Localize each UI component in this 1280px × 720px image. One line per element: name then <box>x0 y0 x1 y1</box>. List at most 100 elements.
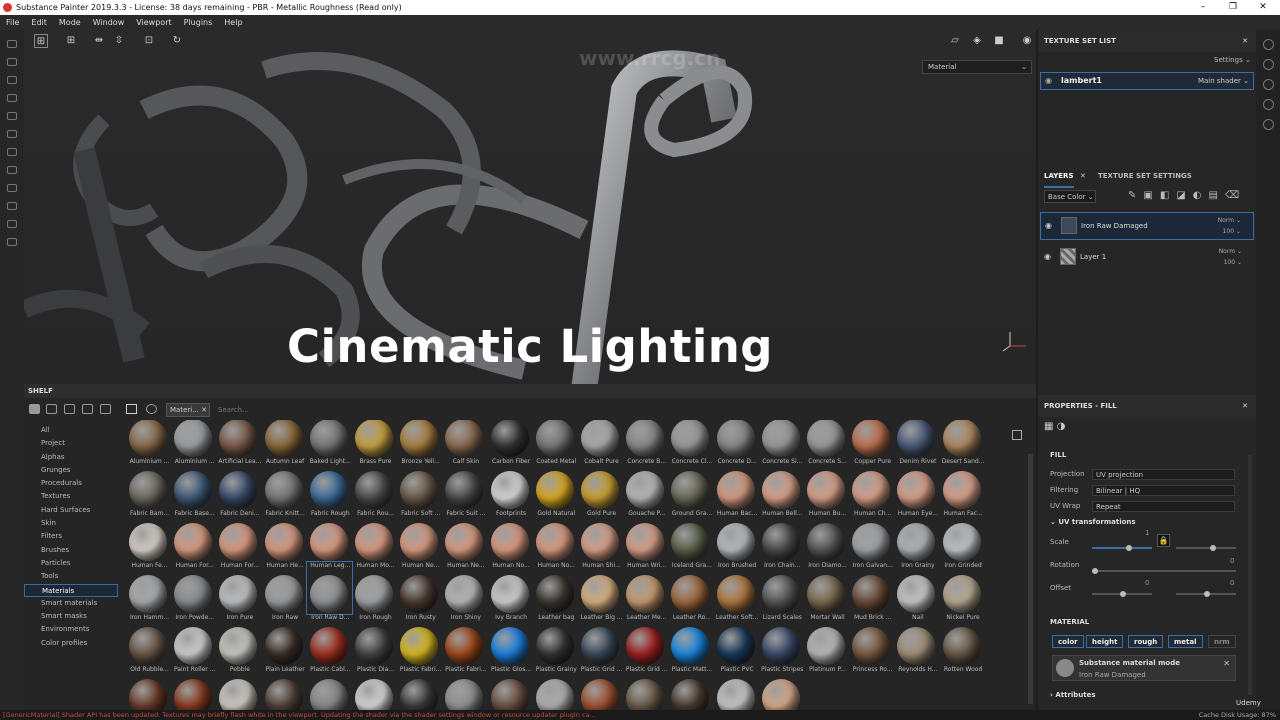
material-tile[interactable]: Pebble <box>216 614 261 673</box>
picker-tool-icon[interactable] <box>7 148 17 156</box>
material-tile[interactable]: Iron Grinded <box>940 510 985 569</box>
material-tile[interactable]: Plastic Fabri... <box>397 614 442 673</box>
material-tile[interactable]: Human Ne... <box>442 510 487 569</box>
projection-dropdown[interactable]: UV projection <box>1092 469 1235 480</box>
material-tile[interactable]: Princess Ro... <box>849 614 894 673</box>
category-item[interactable]: Grunges <box>24 464 118 477</box>
material-tile[interactable]: Leather Big ... <box>578 562 623 621</box>
material-tile[interactable]: Baked Light... <box>307 420 352 465</box>
close-icon[interactable]: ✕ <box>1080 166 1086 186</box>
display-settings-icon[interactable] <box>1262 119 1274 130</box>
trash-icon[interactable] <box>64 404 75 414</box>
material-tile[interactable]: Zombie Bu... <box>759 666 804 710</box>
tab-layers[interactable]: LAYERS <box>1044 166 1074 188</box>
material-tile[interactable]: Gold Natural <box>533 458 578 517</box>
eye-icon[interactable]: ◉ <box>1045 73 1052 89</box>
slider-knob[interactable] <box>1126 545 1132 551</box>
material-tile[interactable]: Coated Metal <box>533 420 578 465</box>
material-tile[interactable]: Plastic Cabl... <box>307 614 352 673</box>
attributes-section[interactable]: › Attributes <box>1050 691 1096 699</box>
material-tile[interactable]: Human Eye... <box>894 458 939 517</box>
texture-set-row[interactable]: ◉ lambert1 Main shader ⌄ <box>1040 72 1254 90</box>
close-icon[interactable]: ✕ <box>201 406 207 414</box>
material-tile[interactable]: Wood Ame... <box>578 666 623 710</box>
category-item[interactable]: Textures <box>24 490 118 503</box>
paint-tool-icon[interactable] <box>7 40 17 48</box>
material-tile[interactable]: Human Ch... <box>849 458 894 517</box>
effect-icon[interactable]: ◐ <box>1193 190 1209 201</box>
fill-layer-icon[interactable]: ◧ <box>1160 190 1176 201</box>
lock-icon[interactable]: 🔒 <box>1157 534 1170 547</box>
category-item[interactable]: Environments <box>24 623 118 636</box>
material-tile[interactable]: Scarf wool <box>216 666 261 710</box>
material-tile[interactable]: Fabric Soft ... <box>397 458 442 517</box>
material-tile[interactable]: Human Bac... <box>714 458 759 517</box>
material-tile[interactable]: Steel Rough <box>442 666 487 710</box>
history-icon[interactable] <box>1262 79 1274 90</box>
material-tile[interactable]: Iron Rough <box>352 562 397 621</box>
material-tile[interactable]: Plastic Grainy <box>533 614 578 673</box>
material-tile[interactable]: Iron Galvan... <box>849 510 894 569</box>
material-tile[interactable]: Scratch Thin <box>262 666 307 710</box>
material-tile[interactable]: Carbon Fiber <box>488 420 533 465</box>
channel-color-button[interactable]: color <box>1052 635 1084 648</box>
slider-knob[interactable] <box>1204 591 1210 597</box>
hide-icon[interactable] <box>82 404 93 414</box>
layer-blend[interactable]: Norm ⌄ 100 ⌄ <box>1219 246 1242 268</box>
material-tile[interactable]: Calf Skin <box>442 420 487 465</box>
material-tile[interactable]: Zipper <box>714 666 759 710</box>
viewport-3d-icon[interactable]: ◈ <box>970 34 984 48</box>
material-tile[interactable]: Human Shi... <box>578 510 623 569</box>
material-tile[interactable]: Iron Raw <box>262 562 307 621</box>
material-tile[interactable]: Gold Pure <box>578 458 623 517</box>
material-tile[interactable]: Cobalt Pure <box>578 420 623 465</box>
category-item[interactable]: Project <box>24 437 118 450</box>
material-tile[interactable]: Iron Hamm... <box>126 562 171 621</box>
material-tile[interactable]: Ground Gra... <box>668 458 713 517</box>
material-tile[interactable]: Steel Rust a... <box>488 666 533 710</box>
material-tile[interactable]: Rotten Wood <box>940 614 985 673</box>
delete-icon[interactable]: ⌫ <box>1225 190 1246 201</box>
material-tile[interactable]: Human Wri... <box>623 510 668 569</box>
material-tile[interactable]: Iron Shiny <box>442 562 487 621</box>
category-item[interactable]: Procedurals <box>24 477 118 490</box>
menu-window[interactable]: Window <box>87 15 131 30</box>
close-icon[interactable]: ✕ <box>1248 0 1278 15</box>
camera-icon[interactable]: ■ <box>992 34 1006 48</box>
symmetry-x-icon[interactable]: ⇹ <box>92 34 106 48</box>
category-item[interactable]: Skin <box>24 517 118 530</box>
material-tile[interactable]: Denim Rivet <box>894 420 939 465</box>
material-mode-dropdown[interactable]: Material ⌄ <box>922 60 1032 74</box>
offset-slider-u[interactable] <box>1092 591 1152 597</box>
layer-row[interactable]: ◉ Layer 1 Norm ⌄ 100 ⌄ <box>1040 244 1254 272</box>
new-shelf-icon[interactable] <box>46 404 57 414</box>
channel-nrm-button[interactable]: nrm <box>1208 635 1236 648</box>
fill-tab-icon[interactable]: ▦ <box>1044 421 1053 432</box>
material-tab-icon[interactable]: ◑ <box>1057 421 1066 432</box>
material-tile[interactable]: Copper Pure <box>849 420 894 465</box>
category-item[interactable]: Materials <box>24 583 118 597</box>
photoshop-icon[interactable] <box>7 202 17 210</box>
material-tile[interactable]: Silicone Coat <box>307 666 352 710</box>
material-tile[interactable]: Iron Brushed <box>714 510 759 569</box>
frame-icon[interactable]: ⊡ <box>142 34 156 48</box>
material-tile[interactable]: Iron Raw D... <box>305 561 353 621</box>
tab-texture-set-settings[interactable]: TEXTURE SET SETTINGS <box>1098 166 1192 186</box>
material-tile[interactable]: Leather bag <box>533 562 578 621</box>
material-tile[interactable]: Fabric Rough <box>307 458 352 517</box>
minimize-icon[interactable]: – <box>1188 0 1218 15</box>
material-tile[interactable]: Plastic Dia... <box>352 614 397 673</box>
category-item[interactable]: All <box>24 424 118 437</box>
channel-rough-button[interactable]: rough <box>1128 635 1164 648</box>
material-tile[interactable]: Human Leg... <box>307 510 352 569</box>
material-tile[interactable]: Plain Leather <box>262 614 307 673</box>
material-tile[interactable]: Plastic Grid ... <box>578 614 623 673</box>
material-tile[interactable]: Nail <box>894 562 939 621</box>
offset-slider-v[interactable] <box>1176 591 1236 597</box>
category-item[interactable]: Particles <box>24 557 118 570</box>
search-input[interactable]: Search... <box>214 403 1024 417</box>
close-icon[interactable]: ✕ <box>1223 659 1230 668</box>
material-tile[interactable]: Lizard Scales <box>759 562 804 621</box>
material-tile[interactable]: Concrete Si... <box>759 420 804 465</box>
bake-icon[interactable] <box>7 184 17 192</box>
